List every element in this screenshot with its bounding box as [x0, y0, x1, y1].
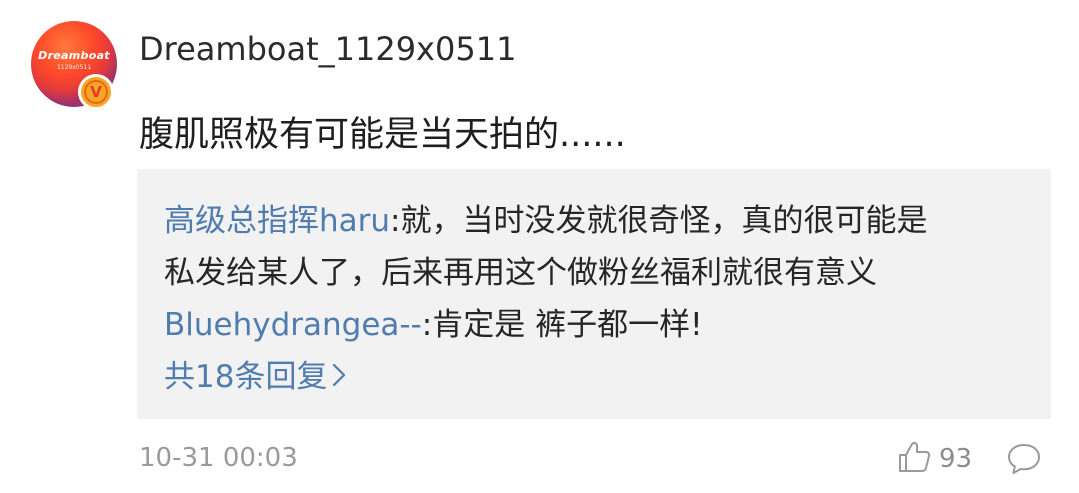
more-replies-link[interactable]: 共18条回复: [164, 351, 347, 397]
reply-text: :就，当时没发就很奇怪，真的很可能是: [390, 203, 928, 239]
like-button[interactable]: 93: [897, 440, 972, 478]
comment-text: 腹肌照极有可能是当天拍的......: [139, 115, 626, 155]
reply-item[interactable]: Bluehydrangea--:肯定是 裤子都一样!: [164, 299, 703, 344]
comment-bubble-icon: [1008, 444, 1040, 474]
more-replies-label: 共18条回复: [164, 359, 328, 395]
thumbs-up-icon: [897, 440, 931, 478]
reply-text: :肯定是 裤子都一样!: [421, 307, 703, 343]
reply-username[interactable]: 高级总指挥haru: [164, 203, 390, 239]
reply-username[interactable]: Bluehydrangea--: [164, 307, 422, 343]
reply-item[interactable]: 高级总指挥haru:就，当时没发就很奇怪，真的很可能是: [164, 195, 928, 240]
avatar-logo-subtext: 1129x0511: [56, 64, 92, 71]
verified-badge-letter: V: [84, 80, 108, 104]
reply-text-continued: 私发给某人了，后来再用这个做粉丝福利就很有意义: [164, 255, 877, 291]
username[interactable]: Dreamboat_1129x0511: [139, 30, 516, 68]
reply-preview-box[interactable]: 高级总指挥haru:就，当时没发就很奇怪，真的很可能是 私发给某人了，后来再用这…: [137, 169, 1051, 419]
comment-button[interactable]: [1006, 441, 1042, 477]
verified-badge-icon: V: [78, 74, 114, 110]
timestamp: 10-31 00:03: [139, 443, 298, 473]
avatar-logo-text: Dreamboat: [38, 49, 110, 62]
chevron-right-icon: [331, 361, 347, 397]
like-count: 93: [939, 444, 973, 474]
